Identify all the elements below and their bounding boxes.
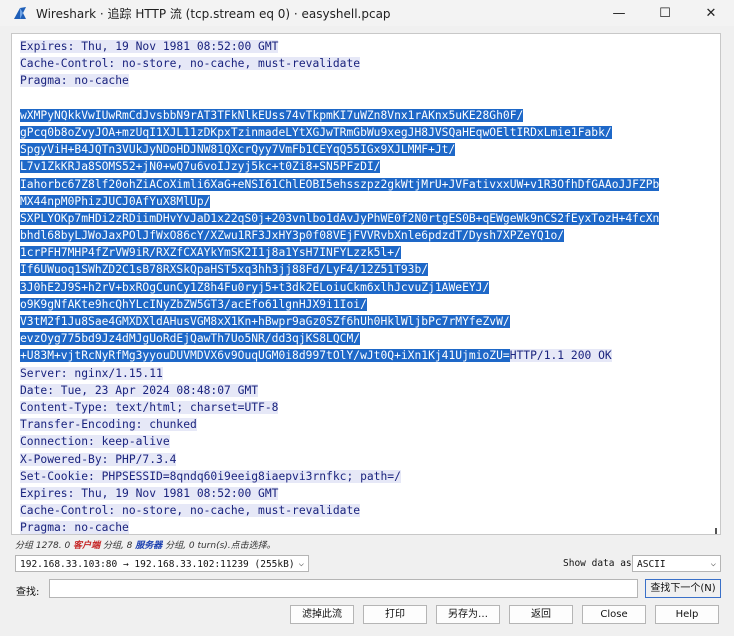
stream-line: Connection: keep-alive	[20, 433, 708, 450]
stream-line: Expires: Thu, 19 Nov 1981 08:52:00 GMT	[20, 485, 708, 502]
packet-stats[interactable]: 分组 1278. 0 客户端 分组, 8 服务器 分组, 0 turn(s).点…	[15, 538, 276, 551]
client-text: 1crPFH7MHP4fZrVW9iR/RXZfCXAYkYmSK2I1j8a1…	[20, 246, 401, 260]
stream-line: Set-Cookie: PHPSESSID=8qndq60i9eeig8iaep…	[20, 468, 708, 485]
stats-suffix: 分组, 0 turn(s).点击选择。	[162, 541, 276, 551]
client-text: Iahorbc67Z8lf20ohZiACoXimli6XaG+eNSI61Ch…	[20, 177, 660, 191]
minimize-button[interactable]: —	[596, 0, 642, 26]
server-text: Connection: keep-alive	[20, 435, 170, 449]
client-text: +U83M+vjtRcNyRfMg3yyouDUVMDVX6v9OuqUGM0i…	[20, 349, 510, 363]
client-text: V3tM2f1Ju8Sae4GMXDXldAHusVGM8xX1Kn+hBwpr…	[20, 315, 510, 328]
stats-mid: 分组, 8	[100, 541, 136, 551]
server-text: Set-Cookie: PHPSESSID=8qndq60i9eeig8iaep…	[20, 469, 401, 483]
conversation-value: 192.168.33.103:80 → 192.168.33.102:11239…	[20, 559, 295, 570]
show-data-as-label: Show data as	[563, 558, 632, 569]
stream-line: Pragma: no-cache	[20, 519, 708, 535]
stream-line: wXMPyNQkkVwIUwRmCdJvsbbN9rAT3TFkNlkEUss7…	[20, 107, 708, 124]
stream-line: SpgyViH+B4JQTn3VUkJyNDoHDJNW81QXcrQyy7Vm…	[20, 141, 708, 158]
stream-line: SXPLYOKp7mHDi2zRDiimDHvYvJaD1x22qS0j+203…	[20, 210, 708, 227]
stream-line: Iahorbc67Z8lf20ohZiACoXimli6XaG+eNSI61Ch…	[20, 176, 708, 193]
stream-line: MX44npM0PhizJUCJ0AfYuX8MlUp/	[20, 193, 708, 210]
stream-line: bhdl68byLJWoJaxPOlJfWxO86cY/XZwu1RF3JxHY…	[20, 227, 708, 244]
client-text: gPcq0b8oZvyJOA+mzUqI1XJL11zDKpxTzinmadeL…	[20, 125, 612, 139]
server-text: Cache-Control: no-store, no-cache, must-…	[20, 57, 361, 71]
print-button[interactable]: 打印	[363, 605, 427, 624]
stream-line: Date: Tue, 23 Apr 2024 08:48:07 GMT	[20, 382, 708, 399]
server-text: X-Powered-By: PHP/7.3.4	[20, 452, 177, 466]
server-text: HTTP/1.1 200 OK	[509, 349, 612, 363]
client-text: o9K9gNfAKte9hcQhYLcINyZbZW5GT3/acEfo61lg…	[20, 297, 367, 311]
stream-line: Cache-Control: no-store, no-cache, must-…	[20, 55, 708, 72]
stream-line: L7v1ZkKRJa8SOMS52+jN0+wQ7u6voIJzyj5kc+t0…	[20, 158, 708, 175]
client-text: SXPLYOKp7mHDi2zRDiimDHvYvJaD1x22qS0j+203…	[20, 211, 660, 225]
stream-line: Pragma: no-cache	[20, 72, 708, 89]
stream-line: 1crPFH7MHP4fZrVW9iR/RXZfCXAYkYmSK2I1j8a1…	[20, 244, 708, 261]
client-text: SpgyViH+B4JQTn3VUkJyNDoHDJNW81QXcrQyy7Vm…	[20, 143, 456, 157]
back-button[interactable]: 返回	[509, 605, 573, 624]
conversation-select[interactable]: 192.168.33.103:80 → 192.168.33.102:11239…	[15, 555, 309, 572]
stream-line: evzOyg775bd9Jz4dMJgUoRdEjQawTh7Uo5NR/dd3…	[20, 330, 708, 347]
server-text: Server: nginx/1.15.11	[20, 366, 163, 380]
client-text: bhdl68byLJWoJaxPOlJfWxO86cY/XZwu1RF3JxHY…	[20, 229, 565, 243]
stream-line: gPcq0b8oZvyJOA+mzUqI1XJL11zDKpxTzinmadeL…	[20, 124, 708, 141]
save-as-button[interactable]: 另存为…	[436, 605, 500, 624]
stream-content-pane[interactable]: Expires: Thu, 19 Nov 1981 08:52:00 GMT Ca…	[11, 33, 721, 535]
stats-client-label[interactable]: 客户端	[73, 541, 100, 551]
stream-line: Content-Type: text/html; charset=UTF-8	[20, 399, 708, 416]
client-text: L7v1ZkKRJa8SOMS52+jN0+wQ7u6voIJzyj5kc+t0…	[20, 160, 381, 174]
close-window-button[interactable]: ✕	[688, 0, 734, 26]
find-next-button[interactable]: 查找下一个(N)	[645, 579, 721, 598]
stream-line: X-Powered-By: PHP/7.3.4	[20, 451, 708, 468]
client-text: MX44npM0PhizJUCJ0AfYuX8MlUp/	[20, 194, 211, 208]
stream-line: o9K9gNfAKte9hcQhYLcINyZbZW5GT3/acEfo61lg…	[20, 296, 708, 313]
client-text: evzOyg775bd9Jz4dMJgUoRdEjQawTh7Uo5NR/dd3…	[20, 332, 361, 346]
server-text: Pragma: no-cache	[20, 74, 129, 88]
filter-out-stream-button[interactable]: 滤掉此流	[290, 605, 354, 624]
stream-line: Transfer-Encoding: chunked	[20, 416, 708, 433]
server-text: Expires: Thu, 19 Nov 1981 08:52:00 GMT	[20, 486, 279, 500]
server-text: Cache-Control: no-store, no-cache, must-…	[20, 504, 361, 518]
wireshark-fin-icon	[14, 7, 26, 19]
find-label: 查找:	[16, 587, 40, 598]
stream-line	[20, 90, 708, 107]
stream-line: If6UWuoq1SWhZD2C1sB78RXSkQpaHST5xq3hh3jj…	[20, 261, 708, 278]
title-bar: Wireshark · 追踪 HTTP 流 (tcp.stream eq 0) …	[0, 0, 734, 26]
stats-server-label[interactable]: 服务器	[135, 541, 162, 551]
server-text: Transfer-Encoding: chunked	[20, 418, 197, 432]
stream-line: Cache-Control: no-store, no-cache, must-…	[20, 502, 708, 519]
chevron-down-icon: ⌵	[298, 559, 304, 569]
stream-text[interactable]: Expires: Thu, 19 Nov 1981 08:52:00 GMT Ca…	[20, 38, 708, 535]
client-text: If6UWuoq1SWhZD2C1sB78RXSkQpaHST5xq3hh3jj…	[20, 263, 429, 277]
stream-line: Server: nginx/1.15.11	[20, 365, 708, 382]
stats-prefix: 分组 1278. 0	[15, 541, 74, 551]
close-button[interactable]: Close	[582, 605, 646, 624]
client-text: 3J0hE2J9S+h2rV+bxROgCunCy1Z8h4Fu0ryj5+t3…	[20, 280, 490, 294]
stream-line: V3tM2f1Ju8Sae4GMXDXldAHusVGM8xX1Kn+hBwpr…	[20, 313, 708, 330]
server-text: Pragma: no-cache	[20, 521, 129, 535]
window-title: Wireshark · 追踪 HTTP 流 (tcp.stream eq 0) …	[36, 6, 391, 21]
server-text: Expires: Thu, 19 Nov 1981 08:52:00 GMT	[20, 40, 279, 53]
client-text: wXMPyNQkkVwIUwRmCdJvsbbN9rAT3TFkNlkEUss7…	[20, 108, 524, 122]
stream-line: +U83M+vjtRcNyRfMg3yyouDUVMDVX6v9OuqUGM0i…	[20, 347, 708, 364]
chevron-down-icon: ⌵	[710, 559, 716, 569]
maximize-button[interactable]: ☐	[642, 0, 688, 26]
show-data-as-value: ASCII	[637, 559, 666, 570]
scrollbar-thumb[interactable]	[715, 528, 717, 534]
show-data-as-select[interactable]: ASCII ⌵	[632, 555, 721, 572]
find-input[interactable]	[49, 579, 638, 598]
stream-line: Expires: Thu, 19 Nov 1981 08:52:00 GMT	[20, 38, 708, 55]
stream-line: 3J0hE2J9S+h2rV+bxROgCunCy1Z8h4Fu0ryj5+t3…	[20, 279, 708, 296]
help-button[interactable]: Help	[655, 605, 719, 624]
server-text: Date: Tue, 23 Apr 2024 08:48:07 GMT	[20, 383, 259, 397]
server-text: Content-Type: text/html; charset=UTF-8	[20, 400, 279, 414]
